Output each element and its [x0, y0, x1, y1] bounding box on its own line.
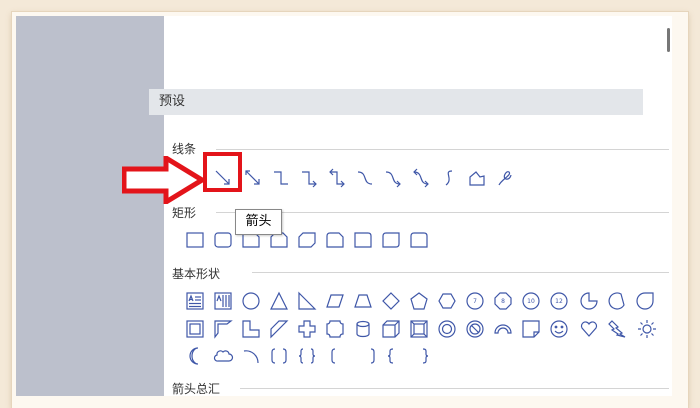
decagon-icon[interactable]: 10 — [520, 290, 542, 312]
curve-icon[interactable] — [438, 167, 460, 189]
round-diagonal-corner-rectangle-icon[interactable] — [380, 229, 402, 251]
pentagon-icon[interactable] — [408, 290, 430, 312]
folded-corner-icon[interactable] — [520, 318, 542, 340]
cloud-icon[interactable] — [212, 345, 234, 367]
pointer-arrow-annotation — [121, 153, 207, 207]
double-brace-icon[interactable] — [296, 345, 318, 367]
heptagon-icon[interactable]: 7 — [464, 290, 486, 312]
double-bracket-icon[interactable] — [268, 345, 290, 367]
dodecagon-number: 12 — [555, 298, 563, 305]
hexagon-icon[interactable] — [436, 290, 458, 312]
scribble-icon[interactable] — [494, 167, 516, 189]
half-frame-icon[interactable] — [212, 318, 234, 340]
diagonal-stripe-icon[interactable] — [268, 318, 290, 340]
sun-icon[interactable] — [636, 318, 658, 340]
bevel-icon[interactable] — [408, 318, 430, 340]
left-gray-area — [16, 16, 164, 396]
preset-header: 预设 — [149, 89, 643, 115]
cube-icon[interactable] — [380, 318, 402, 340]
arc-icon[interactable] — [240, 345, 262, 367]
section-label-lines: 线条 — [172, 142, 197, 156]
isosceles-triangle-icon[interactable] — [268, 290, 290, 312]
left-brace-icon[interactable] — [380, 345, 402, 367]
elbow-arrow-connector-icon[interactable] — [298, 167, 320, 189]
section-label-basic: 基本形状 — [172, 267, 221, 281]
dodecagon-icon[interactable]: 12 — [548, 290, 570, 312]
parallelogram-icon[interactable] — [324, 290, 346, 312]
elbow-connector-icon[interactable] — [270, 167, 292, 189]
octagon-number: 8 — [501, 298, 505, 305]
freeform-icon[interactable] — [466, 167, 488, 189]
round-same-side-corner-rectangle-icon[interactable] — [408, 229, 430, 251]
curved-double-arrow-connector-icon[interactable] — [410, 167, 432, 189]
trapezoid-icon[interactable] — [352, 290, 374, 312]
rectangle-icon[interactable] — [184, 229, 206, 251]
right-brace-icon[interactable] — [414, 345, 436, 367]
heart-icon[interactable] — [578, 318, 600, 340]
section-label-rect: 矩形 — [172, 206, 197, 220]
snip-round-single-corner-rectangle-icon[interactable] — [324, 229, 346, 251]
tooltip: 箭头 — [235, 209, 282, 235]
snip-round-same-side-rectangle-icon[interactable] — [352, 229, 374, 251]
left-bracket-icon[interactable] — [324, 345, 346, 367]
vertical-text-box-icon[interactable] — [212, 290, 234, 312]
scrollbar[interactable] — [667, 28, 670, 52]
right-triangle-icon[interactable] — [296, 290, 318, 312]
section-divider — [216, 212, 669, 213]
section-divider — [240, 388, 669, 389]
donut-icon[interactable] — [436, 318, 458, 340]
decagon-number: 10 — [527, 298, 535, 305]
pie-icon[interactable] — [578, 290, 600, 312]
section-label-arrows: 箭头总汇 — [172, 382, 221, 396]
no-symbol-icon[interactable] — [464, 318, 486, 340]
diamond-icon[interactable] — [380, 290, 402, 312]
plaque-icon[interactable] — [324, 318, 346, 340]
snip-diagonal-corner-rectangle-icon[interactable] — [296, 229, 318, 251]
curved-connector-icon[interactable] — [354, 167, 376, 189]
arrow-line-icon[interactable] — [242, 167, 264, 189]
moon-icon[interactable] — [184, 345, 206, 367]
oval-icon[interactable] — [240, 290, 262, 312]
text-box-icon[interactable] — [184, 290, 206, 312]
heptagon-number: 7 — [473, 298, 477, 305]
elbow-double-arrow-connector-icon[interactable] — [326, 167, 348, 189]
section-divider — [216, 149, 669, 150]
l-shape-icon[interactable] — [240, 318, 262, 340]
frame-icon[interactable] — [184, 318, 206, 340]
can-icon[interactable] — [352, 318, 374, 340]
curved-arrow-connector-icon[interactable] — [382, 167, 404, 189]
right-bracket-icon[interactable] — [360, 345, 382, 367]
smiley-face-icon[interactable] — [548, 318, 570, 340]
lightning-bolt-icon[interactable] — [606, 318, 628, 340]
octagon-icon[interactable]: 8 — [492, 290, 514, 312]
cross-icon[interactable] — [296, 318, 318, 340]
rounded-rectangle-icon[interactable] — [212, 229, 234, 251]
chord-icon[interactable] — [606, 290, 628, 312]
teardrop-icon[interactable] — [634, 290, 656, 312]
section-divider — [252, 272, 669, 273]
highlight-box — [203, 152, 242, 192]
block-arc-icon[interactable] — [492, 318, 514, 340]
